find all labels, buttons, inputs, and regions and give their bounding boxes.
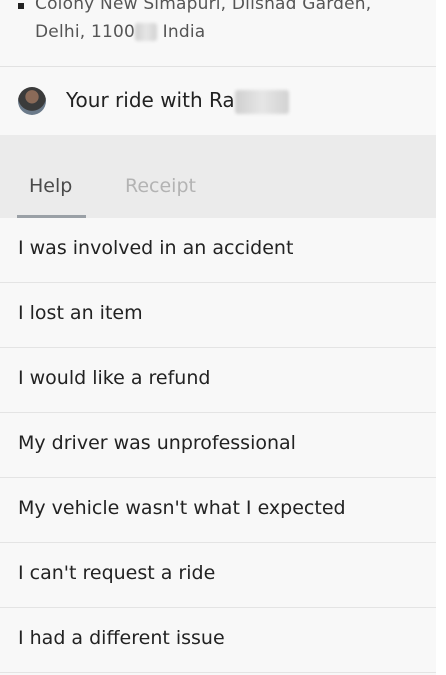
trip-help-screen: Colony New Simapuri, Dilshad Garden, Del…	[0, 0, 446, 675]
tab-receipt[interactable]: Receipt	[125, 175, 196, 197]
help-item-label: I would like a refund	[18, 367, 211, 389]
help-item-different-issue[interactable]: I had a different issue	[0, 608, 436, 673]
help-item-unprofessional-driver[interactable]: My driver was unprofessional	[0, 413, 436, 478]
help-topics-list: I was involved in an accident I lost an …	[0, 218, 436, 673]
help-item-label: My driver was unprofessional	[18, 432, 296, 454]
help-item-label: I had a different issue	[18, 627, 225, 649]
address-line-1: Colony New Simapuri, Dilshad Garden,	[35, 0, 372, 14]
address-line-2-suffix: India	[157, 22, 206, 42]
destination-marker-icon	[18, 3, 24, 9]
help-item-label: My vehicle wasn't what I expected	[18, 497, 346, 519]
help-item-refund[interactable]: I would like a refund	[0, 348, 436, 413]
right-gutter	[436, 0, 446, 675]
ride-driver-row[interactable]: Your ride with Ra	[0, 67, 436, 135]
help-item-vehicle-unexpected[interactable]: My vehicle wasn't what I expected	[0, 478, 436, 543]
address-line-2-prefix: Delhi, 1100	[35, 22, 136, 42]
tab-help[interactable]: Help	[29, 175, 72, 197]
help-item-accident[interactable]: I was involved in an accident	[0, 218, 436, 283]
help-item-label: I lost an item	[18, 302, 143, 324]
redacted-driver-name	[234, 89, 289, 114]
help-item-cant-request-ride[interactable]: I can't request a ride	[0, 543, 436, 608]
ride-title: Your ride with Ra	[66, 88, 289, 114]
help-item-lost-item[interactable]: I lost an item	[0, 283, 436, 348]
driver-avatar	[18, 87, 46, 115]
redacted-postal-code	[135, 23, 158, 41]
trip-destination-address: Colony New Simapuri, Dilshad Garden, Del…	[0, 0, 436, 67]
address-line-2: Delhi, 1100 India	[35, 22, 205, 42]
ride-title-text: Your ride with Ra	[66, 88, 235, 112]
help-item-label: I can't request a ride	[18, 562, 216, 584]
help-item-label: I was involved in an accident	[18, 237, 294, 259]
tab-bar: Help Receipt	[0, 135, 436, 218]
